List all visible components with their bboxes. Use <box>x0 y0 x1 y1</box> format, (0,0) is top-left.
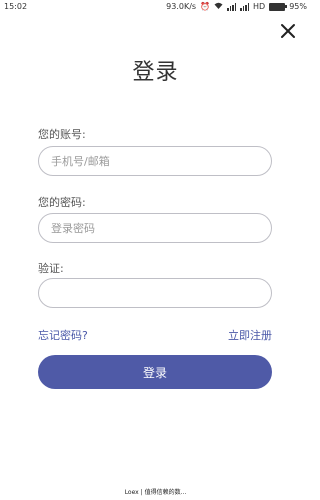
captcha-input[interactable] <box>38 278 272 308</box>
status-bar: 15:02 93.0K/s ⏰ HD 95% <box>0 0 311 14</box>
account-input[interactable] <box>38 146 272 176</box>
alarm-icon: ⏰ <box>200 2 211 11</box>
wifi-icon <box>214 2 223 11</box>
password-input[interactable] <box>38 213 272 243</box>
password-label: 您的密码: <box>38 196 86 209</box>
close-icon[interactable] <box>280 23 296 39</box>
page-title: 登录 <box>132 60 179 85</box>
battery-percent: 95% <box>289 2 307 11</box>
network-speed: 93.0K/s <box>166 2 197 11</box>
status-time: 15:02 <box>4 2 28 11</box>
battery-fill <box>270 3 284 10</box>
register-link[interactable]: 立即注册 <box>228 327 272 343</box>
network-type: HD <box>253 2 266 11</box>
signal-icon-2 <box>240 2 250 11</box>
forgot-password-link[interactable]: 忘记密码? <box>38 327 88 343</box>
captcha-label: 验证: <box>38 262 64 275</box>
account-label: 您的账号: <box>38 128 86 141</box>
battery-icon <box>269 2 288 11</box>
status-icons: 93.0K/s ⏰ HD 95% <box>166 2 307 11</box>
footer-watermark: Loex | 值得信赖的数... <box>124 489 187 496</box>
signal-icon <box>227 2 237 11</box>
login-button[interactable]: 登录 <box>38 355 272 389</box>
